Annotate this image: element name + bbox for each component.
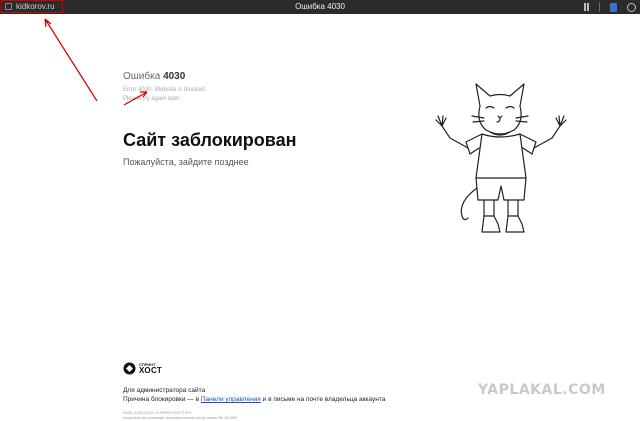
shrugging-cat-illustration: [435, 83, 567, 233]
logo-wordmark: СПРИНТ ХОСТ: [139, 362, 163, 375]
sprinthost-logo[interactable]: СПРИНТ ХОСТ: [123, 362, 162, 375]
toolbar-divider: [599, 2, 600, 12]
logo-big-text: ХОСТ: [139, 365, 163, 375]
extension-icon[interactable]: [610, 2, 617, 12]
copyright-line-2: Лицензия на оказание телематических услу…: [123, 415, 238, 420]
error-code-prefix: Ошибка: [123, 71, 161, 82]
copyright-text: 2005–2023 ООО «СПРИНТХОСТ.РУ» Лицензия н…: [123, 410, 237, 420]
block-reason-text: Причина блокировки — в Панели управления…: [123, 396, 385, 403]
page-tab-title: Ошибка 4030: [295, 2, 345, 11]
error-english-message: Error 4030. Website is blocked. Please t…: [123, 86, 243, 104]
error-code-number: 4030: [163, 71, 186, 82]
error-english-line-2: Please try again later.: [123, 96, 181, 102]
annotation-arrow-to-url: [44, 18, 98, 102]
admin-section-title: Для администратора сайта: [123, 387, 206, 394]
reason-prefix: Причина блокировки — в: [123, 396, 200, 403]
error-code-line: Ошибка 4030: [123, 71, 185, 82]
site-watermark: YAPLAKAL.COM: [478, 382, 606, 398]
profile-icon[interactable]: [627, 2, 636, 12]
browser-top-bar: kidkorov.ru Ошибка 4030: [0, 0, 640, 14]
bookmark-icon[interactable]: [584, 3, 589, 11]
reason-suffix: и в письме на почте владельца аккаунта: [262, 396, 386, 403]
sprinthost-logo-icon: [123, 362, 136, 375]
browser-toolbar-icons: [584, 2, 636, 12]
control-panel-link[interactable]: Панели управления: [201, 396, 261, 403]
page-subtitle: Пожалуйста, зайдите позднее: [123, 157, 249, 167]
error-english-line-1: Error 4030. Website is blocked.: [123, 87, 207, 93]
page-title: Сайт заблокирован: [123, 130, 297, 150]
